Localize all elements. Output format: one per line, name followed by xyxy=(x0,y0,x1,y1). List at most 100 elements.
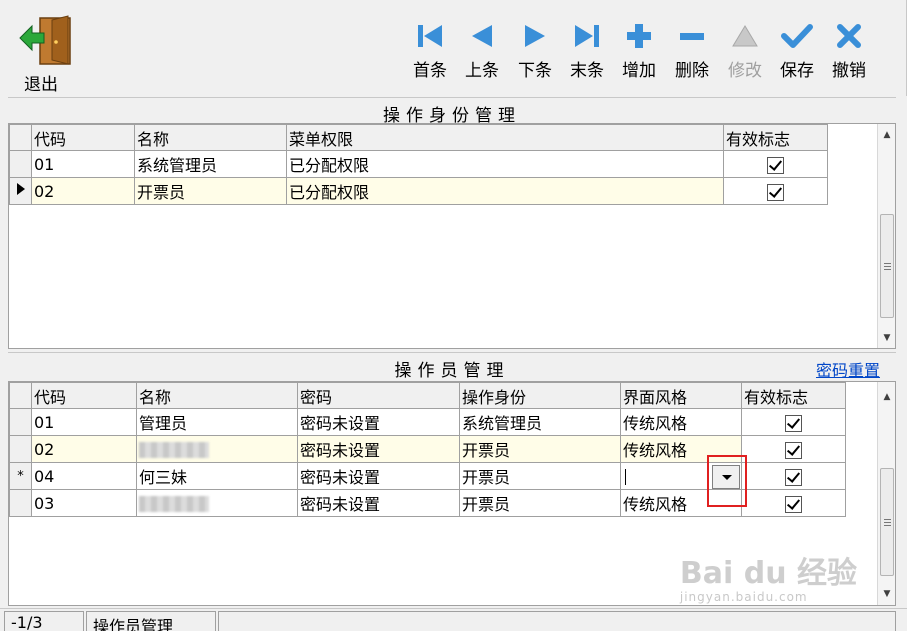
first-icon xyxy=(418,25,442,47)
col-header-code[interactable]: 代码 xyxy=(31,382,137,409)
exit-label: 退出 xyxy=(24,75,58,95)
cell-perm[interactable]: 已分配权限 xyxy=(286,177,724,205)
roles-header-row: 代码 名称 菜单权限 有效标志 xyxy=(9,124,828,151)
cell-role[interactable]: 开票员 xyxy=(459,462,621,490)
operators-vertical-scrollbar[interactable]: ▲ ▼ xyxy=(877,382,895,605)
roles-table: 代码 名称 菜单权限 有效标志 01 系统管理员 已分配权限 02 开票员 已分… xyxy=(9,124,828,205)
exit-door-icon xyxy=(19,15,71,65)
scroll-thumb[interactable] xyxy=(880,214,894,318)
prev-icon xyxy=(472,25,492,47)
cell-name[interactable]: 系统管理员 xyxy=(134,150,287,178)
col-header-code[interactable]: 代码 xyxy=(31,124,135,151)
save-button[interactable]: 保存 xyxy=(771,22,823,82)
thumb-grip xyxy=(884,522,891,523)
scroll-down-arrow-icon[interactable]: ▼ xyxy=(878,585,895,603)
cell-password[interactable]: 密码未设置 xyxy=(297,489,460,517)
cell-valid[interactable] xyxy=(741,489,846,517)
record-position: -1/3 xyxy=(4,611,84,631)
minus-icon xyxy=(680,33,704,40)
exit-button[interactable]: 退出 xyxy=(14,14,74,95)
cell-code[interactable]: 02 xyxy=(31,177,135,205)
col-header-password[interactable]: 密码 xyxy=(297,382,460,409)
valid-checkbox[interactable] xyxy=(785,414,802,432)
status-bar: -1/3 操作员管理 xyxy=(0,608,907,631)
add-button[interactable]: 增加 xyxy=(613,22,665,82)
cell-name[interactable]: 开票员 xyxy=(134,177,287,205)
valid-checkbox[interactable] xyxy=(785,468,802,486)
next-record-label: 下条 xyxy=(518,61,552,81)
prev-record-button[interactable]: 上条 xyxy=(456,22,508,82)
scroll-up-arrow-icon[interactable]: ▲ xyxy=(878,388,895,406)
col-header-name[interactable]: 名称 xyxy=(134,124,287,151)
cell-role[interactable]: 系统管理员 xyxy=(459,408,621,436)
col-header-style[interactable]: 界面风格 xyxy=(620,382,742,409)
edit-button[interactable]: 修改 xyxy=(719,22,771,82)
cell-role[interactable]: 开票员 xyxy=(459,489,621,517)
cell-perm[interactable]: 已分配权限 xyxy=(286,150,724,178)
row-indicator[interactable] xyxy=(9,489,32,517)
col-header-valid[interactable]: 有效标志 xyxy=(723,124,828,151)
cell-style[interactable]: 传统风格 xyxy=(620,408,742,436)
row-indicator[interactable] xyxy=(9,408,32,436)
password-reset-link[interactable]: 密码重置 xyxy=(816,357,880,381)
cell-valid[interactable] xyxy=(741,462,846,490)
cell-name[interactable]: 管理员 xyxy=(136,408,298,436)
valid-checkbox[interactable] xyxy=(767,183,784,201)
undo-label: 撤销 xyxy=(832,61,866,81)
cell-password[interactable]: 密码未设置 xyxy=(297,435,460,463)
cell-password[interactable]: 密码未设置 xyxy=(297,408,460,436)
operators-header-row: 代码 名称 密码 操作身份 界面风格 有效标志 xyxy=(9,382,846,409)
cell-valid[interactable] xyxy=(723,177,828,205)
next-record-button[interactable]: 下条 xyxy=(509,22,561,82)
row-indicator-header xyxy=(9,382,32,409)
col-header-perm[interactable]: 菜单权限 xyxy=(286,124,724,151)
roles-grid[interactable]: 代码 名称 菜单权限 有效标志 01 系统管理员 已分配权限 02 开票员 已分… xyxy=(8,123,896,349)
edit-icon xyxy=(732,25,758,47)
cell-code[interactable]: 01 xyxy=(31,150,135,178)
cell-name[interactable] xyxy=(136,435,298,463)
cell-valid[interactable] xyxy=(741,408,846,436)
row-indicator-header xyxy=(9,124,32,151)
row-indicator[interactable] xyxy=(9,177,32,205)
col-header-role[interactable]: 操作身份 xyxy=(459,382,621,409)
row-indicator[interactable] xyxy=(9,435,32,463)
cell-valid[interactable] xyxy=(723,150,828,178)
col-header-name[interactable]: 名称 xyxy=(136,382,298,409)
status-empty-panel xyxy=(218,611,896,631)
cell-name[interactable]: 何三妹 xyxy=(136,462,298,490)
cell-role[interactable]: 开票员 xyxy=(459,435,621,463)
valid-checkbox[interactable] xyxy=(785,495,802,513)
valid-checkbox[interactable] xyxy=(785,441,802,459)
scroll-down-arrow-icon[interactable]: ▼ xyxy=(878,329,895,347)
watermark-main-text: Bai du 经验 xyxy=(679,556,857,591)
cell-name[interactable] xyxy=(136,489,298,517)
prev-record-label: 上条 xyxy=(465,61,499,81)
col-header-valid[interactable]: 有效标志 xyxy=(741,382,846,409)
thumb-grip xyxy=(884,269,891,270)
thumb-grip xyxy=(884,519,891,520)
cell-password[interactable]: 密码未设置 xyxy=(297,462,460,490)
valid-checkbox[interactable] xyxy=(767,156,784,174)
cell-code[interactable]: 03 xyxy=(31,489,137,517)
table-row[interactable]: 01 系统管理员 已分配权限 xyxy=(9,150,828,178)
first-record-button[interactable]: 首条 xyxy=(404,22,456,82)
cell-code[interactable]: 04 xyxy=(31,462,137,490)
delete-label: 删除 xyxy=(675,61,709,81)
cell-valid[interactable] xyxy=(741,435,846,463)
roles-vertical-scrollbar[interactable]: ▲ ▼ xyxy=(877,124,895,348)
new-row-indicator[interactable]: * xyxy=(9,462,32,490)
table-row[interactable]: 02 开票员 已分配权限 xyxy=(9,177,828,205)
last-record-button[interactable]: 末条 xyxy=(561,22,613,82)
first-record-label: 首条 xyxy=(413,61,447,81)
cell-code[interactable]: 01 xyxy=(31,408,137,436)
highlight-box xyxy=(707,455,747,507)
delete-button[interactable]: 删除 xyxy=(666,22,718,82)
cancel-icon xyxy=(837,24,861,48)
thumb-grip xyxy=(884,525,891,526)
undo-button[interactable]: 撤销 xyxy=(823,22,875,82)
table-row[interactable]: 01 管理员 密码未设置 系统管理员 传统风格 xyxy=(9,408,846,436)
row-indicator[interactable] xyxy=(9,150,32,178)
cell-code[interactable]: 02 xyxy=(31,435,137,463)
scroll-thumb[interactable] xyxy=(880,468,894,576)
scroll-up-arrow-icon[interactable]: ▲ xyxy=(878,126,895,144)
